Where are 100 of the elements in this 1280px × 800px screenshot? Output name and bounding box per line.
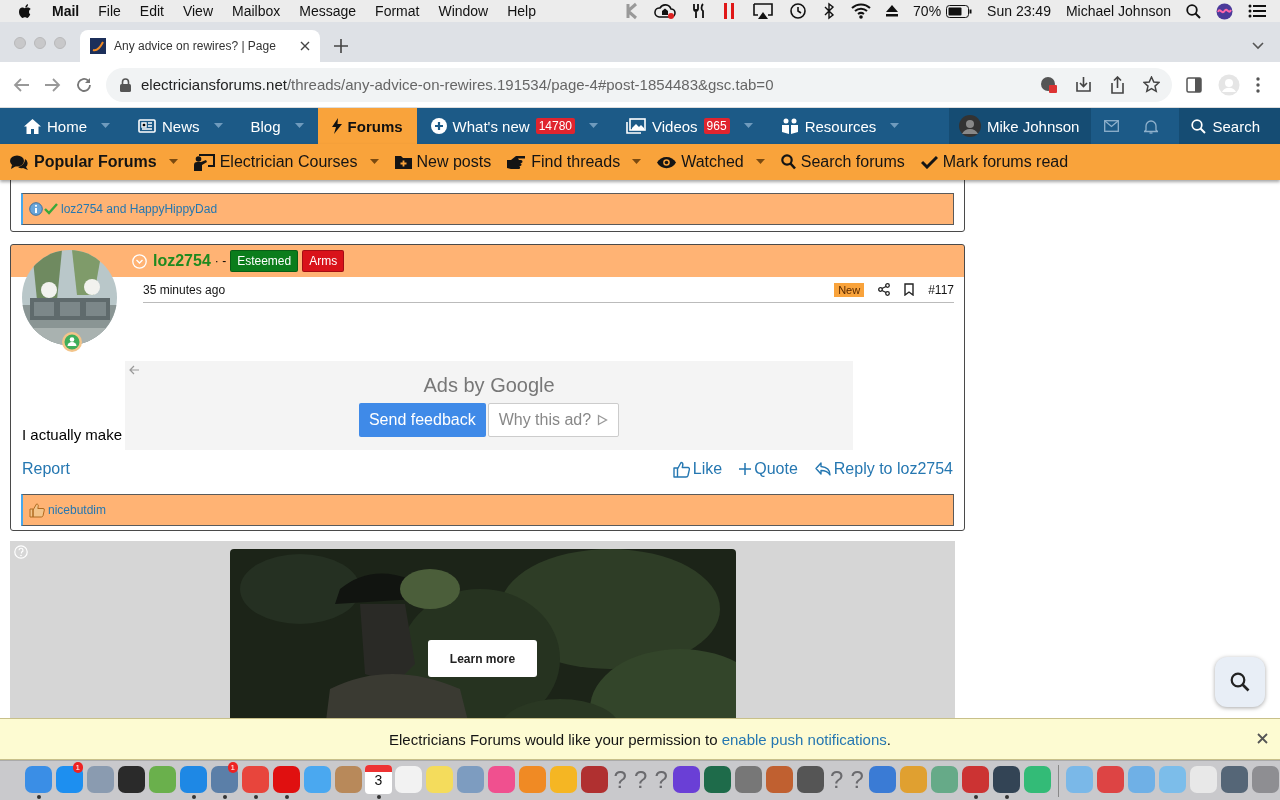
menu-item[interactable]: Help: [507, 3, 536, 19]
search-button[interactable]: [1215, 657, 1265, 707]
menu-item[interactable]: Format: [375, 3, 420, 19]
airplay-icon[interactable]: [752, 2, 775, 20]
forward-arrow-icon[interactable]: [44, 76, 62, 93]
back-arrow-icon[interactable]: [129, 365, 141, 375]
app-icon[interactable]: [580, 765, 609, 794]
reload-icon[interactable]: [76, 76, 92, 93]
nav-tab[interactable]: Home: [10, 108, 124, 144]
new-label: New: [834, 282, 865, 297]
cookie-blocked-icon[interactable]: [1040, 76, 1057, 93]
notification-badge: 1: [227, 762, 238, 773]
chevron-down-icon[interactable]: [1252, 42, 1264, 50]
bell-icon[interactable]: [1144, 118, 1159, 134]
calendar-app-icon[interactable]: 3: [365, 765, 392, 794]
menu-app-name[interactable]: Mail: [52, 3, 80, 19]
check-mark-icon: [920, 155, 938, 169]
search-icon[interactable]: [1186, 3, 1201, 19]
cloud-home-icon[interactable]: [654, 2, 677, 20]
back-arrow-icon[interactable]: [12, 76, 30, 93]
share-icon[interactable]: [1110, 75, 1125, 94]
images-icon: [626, 118, 646, 134]
subnav-link[interactable]: Popular Forums: [10, 144, 186, 180]
close-icon[interactable]: [300, 41, 310, 51]
learn-more-button[interactable]: Learn more: [428, 640, 537, 677]
app-icon[interactable]: [703, 765, 733, 794]
user-avatar-icon: [958, 115, 981, 137]
browser-tab[interactable]: Any advice on rewires? | Page: [80, 30, 320, 62]
online-status-icon: [61, 331, 83, 353]
bookmark-icon[interactable]: [904, 283, 915, 296]
user-title-separator: · -: [214, 254, 227, 268]
check-mark-icon: [44, 203, 58, 215]
search-icon: [780, 154, 796, 170]
nav-tab[interactable]: News: [124, 108, 237, 144]
app-icon[interactable]: [672, 765, 702, 794]
siri-icon[interactable]: [1216, 2, 1233, 20]
report-link[interactable]: Report: [22, 460, 71, 478]
share-icon[interactable]: [878, 283, 891, 296]
menubar-clock[interactable]: Sun 23:49: [987, 3, 1051, 19]
user-banner: Arms: [302, 250, 345, 272]
time-machine-icon[interactable]: [789, 2, 808, 20]
nav-tab[interactable]: Videos 965: [612, 108, 767, 144]
post-number-link[interactable]: #117: [928, 282, 954, 297]
search-button[interactable]: Search: [1179, 108, 1280, 144]
mail-icon[interactable]: [1103, 120, 1119, 132]
lightning-bolt-icon: [331, 118, 342, 134]
lock-icon: [120, 77, 131, 92]
app-icon[interactable]: [992, 765, 1022, 794]
subnav-link[interactable]: Electrician Courses: [193, 144, 387, 180]
teacher-board-icon: [193, 153, 215, 171]
search-icon: [1230, 672, 1250, 692]
side-panel-icon[interactable]: [1186, 76, 1202, 93]
subnav-link[interactable]: Watched: [657, 144, 773, 180]
plus-circle-icon: [430, 118, 447, 134]
people-books-icon: [780, 118, 799, 134]
reply-link[interactable]: Reply to loz2754: [814, 460, 953, 478]
subnav-link[interactable]: New posts: [394, 144, 500, 180]
nav-tab[interactable]: Blog: [236, 108, 318, 144]
site-favicon-icon: [90, 38, 106, 54]
menu-item[interactable]: File: [98, 3, 121, 19]
like-link[interactable]: Like: [672, 460, 723, 478]
close-icon[interactable]: [1257, 733, 1268, 744]
notification-badge: 1: [72, 762, 83, 773]
k-icon[interactable]: [625, 2, 640, 20]
address-bar[interactable]: electriciansforums.net/threads/any-advice-on-rewires.191534/page-4#post-1854483&gsc.tab=0: [106, 67, 1172, 102]
subnav-link[interactable]: Mark forums read: [920, 144, 1077, 180]
enable-notifications-link[interactable]: enable push notifications: [721, 730, 887, 748]
menu-item[interactable]: Mailbox: [232, 3, 281, 19]
wifi-icon[interactable]: [851, 2, 872, 20]
fork-knife-icon[interactable]: [691, 2, 707, 20]
subnav-link[interactable]: Find threads: [507, 144, 650, 180]
post-time-link[interactable]: 35 minutes ago: [143, 282, 226, 297]
newspaper-icon: [138, 119, 156, 133]
tab-title: Any advice on rewires? | Page: [114, 39, 277, 53]
app-icon[interactable]: [117, 765, 146, 794]
apple-logo-icon[interactable]: [18, 2, 33, 20]
download-icon[interactable]: [1075, 76, 1092, 93]
star-icon[interactable]: [1143, 76, 1160, 93]
new-tab-icon[interactable]: [334, 39, 348, 53]
app-icon[interactable]: [796, 765, 826, 794]
menubar-user-name[interactable]: Michael Johnson: [1065, 3, 1171, 19]
user-menu[interactable]: Mike Johnson: [948, 108, 1092, 144]
plus-icon: [739, 463, 752, 475]
nav-tab[interactable]: Resources: [766, 108, 914, 144]
menu-item[interactable]: Message: [299, 3, 357, 19]
why-this-ad-button[interactable]: Why this ad?: [487, 403, 620, 437]
menu-item[interactable]: View: [182, 3, 213, 19]
nav-tab[interactable]: What's new 14780: [416, 108, 612, 144]
battery-icon[interactable]: [946, 4, 973, 18]
nav-tab[interactable]: Forums: [317, 108, 417, 144]
collapse-toggle-icon[interactable]: [132, 253, 147, 269]
menu-item[interactable]: Edit: [139, 3, 164, 19]
subnav-link[interactable]: Search forums: [780, 144, 913, 180]
menu-list-icon[interactable]: [1248, 4, 1266, 18]
reply-arrow-icon: [814, 462, 831, 476]
more-options-icon[interactable]: [1256, 76, 1260, 93]
play-triangle-icon: [597, 414, 609, 426]
quote-link[interactable]: Quote: [739, 460, 798, 478]
home-icon: [24, 118, 41, 134]
menu-item[interactable]: Window: [438, 3, 489, 19]
